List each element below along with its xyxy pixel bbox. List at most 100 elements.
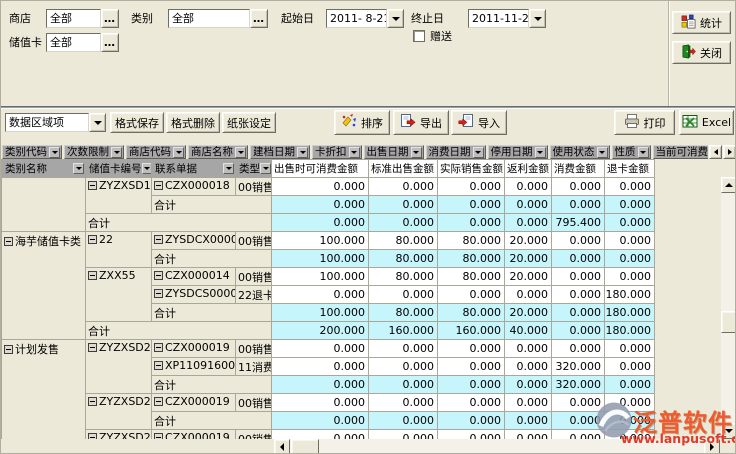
value-header-3[interactable]: 实际销售金额 — [438, 160, 505, 178]
triangle-down-icon — [144, 167, 150, 170]
row-header-dropdown-icon[interactable] — [142, 163, 152, 174]
field-chip-6[interactable]: 卡折扣 — [312, 145, 362, 159]
field-filter-dropdown-icon[interactable] — [49, 147, 60, 158]
field-filter-dropdown-icon[interactable] — [235, 147, 246, 158]
row-header-3[interactable]: 联系单据 — [152, 160, 236, 178]
scroll-down-icon[interactable] — [721, 423, 736, 439]
format-delete-button[interactable]: 格式删除 — [166, 112, 220, 133]
paper-setting-button[interactable]: 纸张设定 — [222, 112, 276, 133]
print-button[interactable]: 打印 — [614, 110, 675, 135]
row-header-dropdown-icon[interactable] — [260, 163, 271, 174]
doc-text: CZX000019 — [165, 431, 230, 439]
row-header-2[interactable]: 储值卡编号 — [86, 160, 152, 178]
row-header-4[interactable]: 类型 — [236, 160, 272, 178]
field-filter-dropdown-icon[interactable] — [349, 147, 360, 158]
field-chip-8[interactable]: 消费日期 — [426, 145, 486, 159]
value-cell: 0.000 — [438, 358, 505, 376]
data-area-value[interactable]: 数据区域项 — [5, 113, 89, 132]
collapse-icon[interactable] — [4, 345, 13, 354]
value-header-5[interactable]: 消费金额 — [552, 160, 605, 178]
value-header-2[interactable]: 标准出售金额 — [369, 160, 438, 178]
field-filter-dropdown-icon[interactable] — [111, 147, 122, 158]
excel-button[interactable]: Excel — [679, 110, 734, 135]
field-filter-dropdown-icon[interactable] — [535, 147, 546, 158]
field-chip-10[interactable]: 使用状态 — [550, 145, 610, 159]
collapse-icon[interactable] — [88, 433, 97, 440]
start-date-dropdown-icon[interactable] — [387, 9, 404, 28]
scroll-right-icon[interactable] — [704, 439, 720, 454]
data-area-select[interactable]: 数据区域项 — [5, 113, 106, 132]
field-filter-dropdown-icon[interactable] — [473, 147, 484, 158]
scroll-up-icon[interactable] — [721, 177, 736, 193]
export-button[interactable]: 导出 — [393, 110, 449, 135]
collapse-icon[interactable] — [154, 397, 163, 406]
field-chip-12[interactable]: 当前可消费金额 — [653, 145, 709, 159]
collapse-icon[interactable] — [88, 397, 97, 406]
triangle-down-icon — [226, 167, 232, 170]
collapse-icon[interactable] — [154, 235, 163, 244]
value-header-4[interactable]: 返利金额 — [505, 160, 552, 178]
collapse-icon[interactable] — [88, 343, 97, 352]
category-ellipsis-button[interactable]: … — [250, 9, 268, 28]
value-cell: 0.000 — [552, 340, 605, 358]
field-chip-3[interactable]: 商店代码 — [126, 145, 186, 159]
field-chip-11[interactable]: 性质 — [612, 145, 651, 159]
end-date-combo[interactable]: 2011-11-21 — [468, 9, 546, 28]
scroll-left-icon[interactable] — [274, 439, 290, 454]
close-button[interactable]: 关闭 — [672, 41, 731, 64]
field-chip-9[interactable]: 停用日期 — [488, 145, 548, 159]
start-date-value[interactable]: 2011- 8-21 — [326, 9, 387, 28]
vertical-scrollbar[interactable] — [721, 177, 736, 439]
chip-scroll-right-icon[interactable] — [723, 145, 736, 159]
row-header-1[interactable]: 类别名称 — [2, 160, 86, 178]
store-field[interactable]: 全部 … — [46, 9, 119, 28]
category-value[interactable]: 全部 — [168, 9, 250, 28]
end-date-dropdown-icon[interactable] — [529, 9, 546, 28]
end-date-value[interactable]: 2011-11-21 — [468, 9, 529, 28]
card-field[interactable]: 全部 … — [46, 33, 119, 52]
vertical-scroll-thumb[interactable] — [721, 311, 736, 333]
field-filter-dropdown-icon[interactable] — [638, 147, 649, 158]
collapse-icon[interactable] — [154, 343, 163, 352]
field-filter-dropdown-icon[interactable] — [297, 147, 308, 158]
card-text: 22 — [99, 233, 113, 246]
card-value[interactable]: 全部 — [46, 33, 101, 52]
collapse-icon[interactable] — [154, 271, 163, 280]
gift-checkbox[interactable] — [413, 30, 425, 42]
field-filter-dropdown-icon[interactable] — [173, 147, 184, 158]
category-field[interactable]: 全部 … — [168, 9, 268, 28]
store-value[interactable]: 全部 — [46, 9, 101, 28]
collapse-icon[interactable] — [88, 181, 97, 190]
collapse-icon[interactable] — [154, 433, 163, 440]
data-area-dropdown-icon[interactable] — [89, 113, 106, 132]
start-date-combo[interactable]: 2011- 8-21 — [326, 9, 404, 28]
collapse-icon[interactable] — [88, 235, 97, 244]
field-chip-1[interactable]: 类别代码 — [2, 145, 62, 159]
horizontal-scroll-thumb[interactable] — [291, 439, 319, 454]
card-ellipsis-button[interactable]: … — [101, 33, 119, 52]
field-chip-2[interactable]: 次数限制 — [64, 145, 124, 159]
value-header-6[interactable]: 退卡金额 — [605, 160, 655, 178]
collapse-icon[interactable] — [154, 361, 163, 370]
field-chip-4[interactable]: 商店名称 — [188, 145, 248, 159]
collapse-icon[interactable] — [4, 237, 13, 246]
type-cell: 00销售 — [236, 232, 272, 250]
field-filter-dropdown-icon[interactable] — [411, 147, 422, 158]
value-header-1[interactable]: 出售时可消费金额 — [272, 160, 369, 178]
field-chip-5[interactable]: 建档日期 — [250, 145, 310, 159]
stats-button[interactable]: 统计 — [672, 11, 731, 34]
sort-button[interactable]: 排序 — [334, 110, 390, 135]
row-header-dropdown-icon[interactable] — [223, 163, 234, 174]
field-filter-dropdown-icon[interactable] — [597, 147, 608, 158]
import-button[interactable]: 导入 — [451, 110, 507, 135]
row-header-dropdown-icon[interactable] — [73, 163, 84, 174]
horizontal-scrollbar[interactable] — [274, 439, 720, 454]
store-ellipsis-button[interactable]: … — [101, 9, 119, 28]
collapse-icon[interactable] — [154, 181, 163, 190]
format-save-button[interactable]: 格式保存 — [110, 112, 164, 133]
value-cell: 0.000 — [438, 196, 505, 214]
chip-scroll-left-icon[interactable] — [709, 145, 722, 159]
field-chip-7[interactable]: 出售日期 — [364, 145, 424, 159]
collapse-icon[interactable] — [154, 289, 163, 298]
collapse-icon[interactable] — [88, 271, 97, 280]
